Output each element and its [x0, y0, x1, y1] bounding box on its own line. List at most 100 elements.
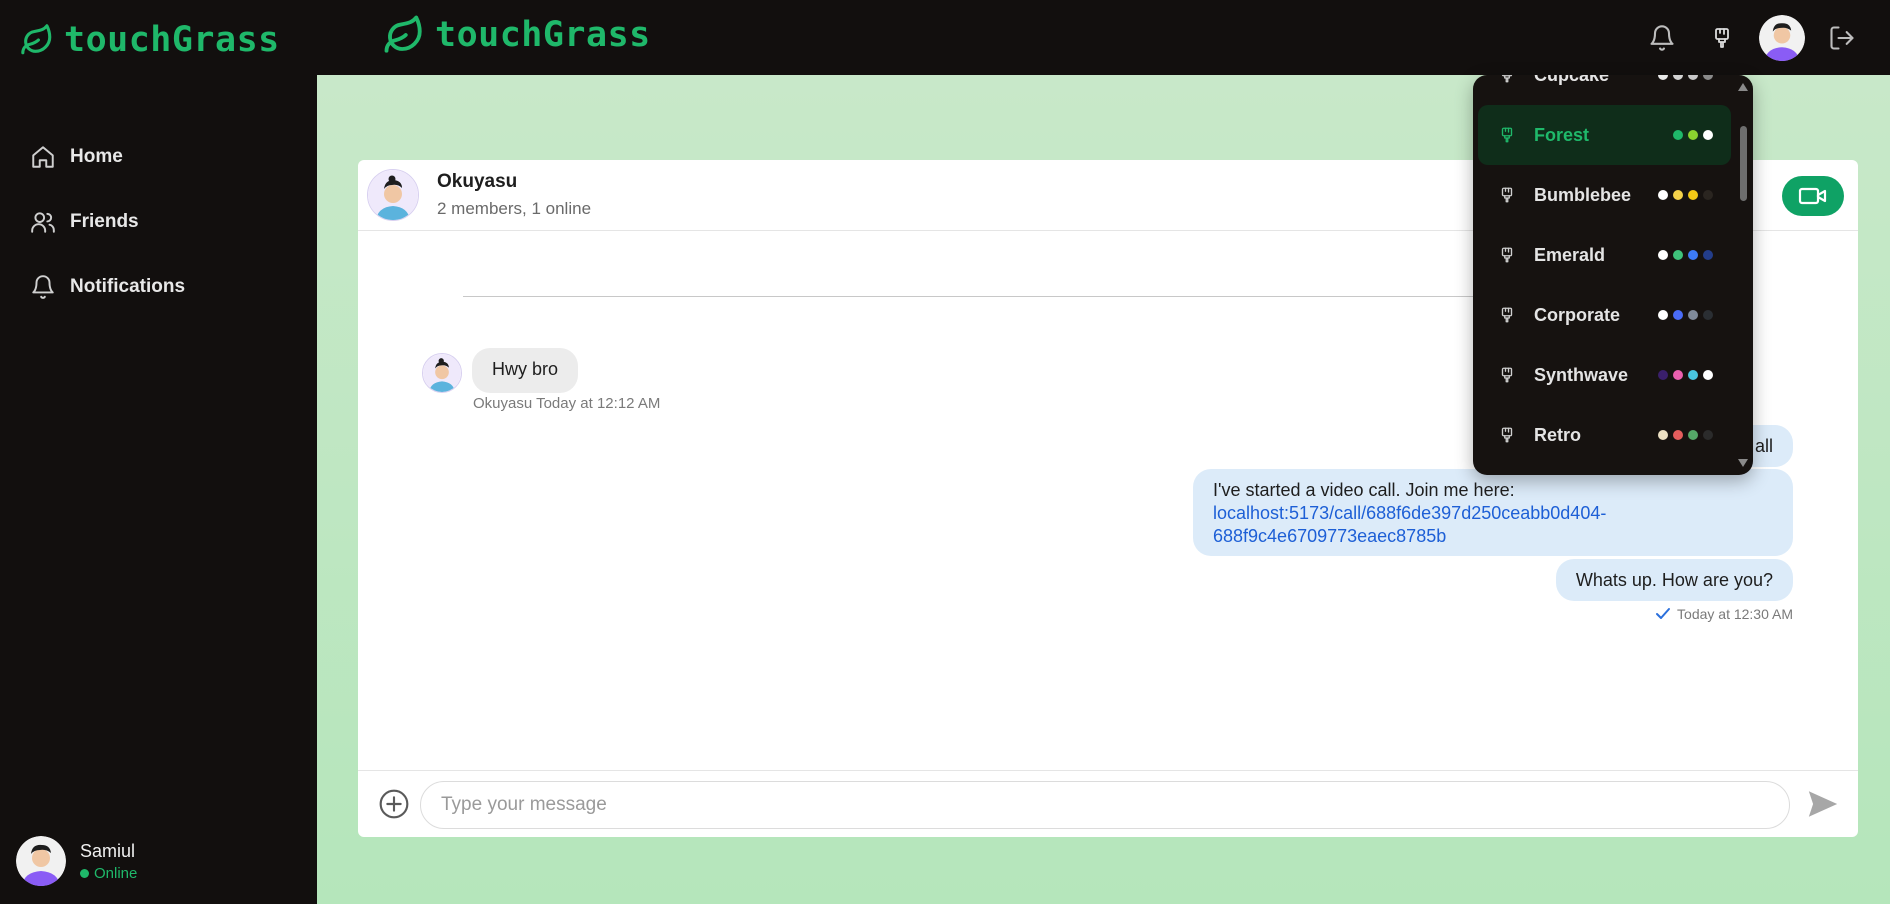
sidebar-brand[interactable]: touchGrass: [20, 20, 280, 60]
paint-brush-icon: [1498, 186, 1520, 204]
color-swatch: [1688, 430, 1698, 440]
check-icon: [1656, 608, 1671, 619]
topbar-brand[interactable]: touchGrass: [383, 14, 651, 56]
color-swatch: [1703, 250, 1713, 260]
sidebar-item-home[interactable]: Home: [30, 124, 185, 189]
notifications-button[interactable]: [1632, 8, 1692, 68]
avatar-button[interactable]: [1752, 8, 1812, 68]
color-swatch: [1658, 75, 1668, 80]
brand-name: touchGrass: [435, 15, 651, 55]
user-profile[interactable]: Samiul Online: [16, 836, 137, 886]
topbar-actions: [1632, 0, 1890, 75]
theme-swatches: [1658, 310, 1713, 320]
message-text: I've started a video call. Join me here:: [1213, 480, 1515, 500]
color-swatch: [1703, 190, 1713, 200]
theme-item-retro[interactable]: Retro: [1478, 405, 1731, 465]
scroll-thumb[interactable]: [1740, 126, 1747, 201]
plus-circle-icon: [379, 789, 409, 819]
color-swatch: [1688, 250, 1698, 260]
theme-swatches: [1658, 370, 1713, 380]
message-input[interactable]: [420, 781, 1790, 829]
color-swatch: [1673, 130, 1683, 140]
theme-swatches: [1658, 190, 1713, 200]
bell-icon: [32, 274, 54, 299]
sidebar-nav: Home Friends Notifications: [30, 124, 185, 319]
message-bubble[interactable]: Whats up. How are you?: [1555, 559, 1793, 601]
brand-name: touchGrass: [64, 20, 280, 60]
scroll-down-arrow[interactable]: [1738, 459, 1748, 467]
sidebar-item-label: Friends: [70, 210, 139, 232]
users-icon: [31, 211, 55, 233]
theme-scrollbar[interactable]: [1737, 81, 1749, 469]
call-link-line: localhost:5173/call/688f6de397d250ceabb0…: [1213, 503, 1607, 523]
color-swatch: [1688, 130, 1698, 140]
theme-item-bumblebee[interactable]: Bumblebee: [1478, 165, 1731, 225]
theme-item-synthwave[interactable]: Synthwave: [1478, 345, 1731, 405]
video-call-message[interactable]: I've started a video call. Join me here:…: [1193, 469, 1793, 556]
sidebar-item-label: Home: [70, 145, 123, 167]
logout-button[interactable]: [1812, 8, 1872, 68]
sidebar-item-label: Notifications: [70, 275, 186, 297]
scroll-up-arrow[interactable]: [1738, 83, 1748, 91]
incoming-message: Hwy bro: [422, 348, 579, 393]
video-call-button[interactable]: [1782, 176, 1844, 216]
date-divider: [463, 296, 1563, 297]
sidebar-item-friends[interactable]: Friends: [30, 189, 185, 254]
color-swatch: [1658, 190, 1668, 200]
top-bar: touchGrass: [317, 0, 1890, 75]
theme-item-forest[interactable]: Forest: [1478, 105, 1731, 165]
message-composer: [358, 770, 1858, 837]
color-swatch: [1673, 310, 1683, 320]
avatar: [367, 169, 419, 221]
theme-button[interactable]: [1692, 8, 1752, 68]
color-swatch: [1673, 75, 1683, 80]
theme-item-corporate[interactable]: Corporate: [1478, 285, 1731, 345]
attach-button[interactable]: [378, 788, 410, 825]
call-link-line: 688f9c4e6709773eaec8785b: [1213, 526, 1447, 546]
send-button[interactable]: [1804, 787, 1842, 826]
avatar: [422, 353, 462, 393]
leaf-logo-icon: [384, 15, 422, 53]
theme-dropdown[interactable]: Cupcake Forest Bumblebee Emerald Corporate Sy…: [1473, 75, 1753, 475]
color-swatch: [1688, 75, 1698, 80]
color-swatch: [1688, 370, 1698, 380]
bell-icon: [1650, 24, 1674, 51]
sidebar: touchGrass Home Friends Notifications Sa…: [0, 0, 317, 904]
theme-name: Forest: [1534, 124, 1590, 145]
message-bubble[interactable]: Hwy bro: [472, 348, 579, 393]
message-meta: Today at 12:30 AM: [1655, 606, 1793, 622]
color-swatch: [1703, 430, 1713, 440]
paint-brush-icon: [1498, 246, 1520, 264]
color-swatch: [1673, 370, 1683, 380]
theme-name: Corporate: [1534, 304, 1621, 325]
paint-brush-icon: [1498, 366, 1520, 384]
online-dot: [80, 868, 89, 878]
theme-list: Cupcake Forest Bumblebee Emerald Corporate Sy…: [1478, 75, 1731, 465]
sidebar-item-notifications[interactable]: Notifications: [30, 254, 185, 319]
paint-brush-icon: [1498, 306, 1520, 324]
theme-item-emerald[interactable]: Emerald: [1478, 225, 1731, 285]
profile-status-text: Online: [94, 864, 138, 882]
call-link[interactable]: localhost:5173/call/688f6de397d250ceabb0…: [1213, 502, 1773, 548]
color-swatch: [1703, 75, 1713, 80]
profile-name: Samiul: [80, 840, 136, 861]
color-swatch: [1688, 190, 1698, 200]
color-swatch: [1673, 430, 1683, 440]
color-swatch: [1658, 430, 1668, 440]
chat-title: Okuyasu: [437, 171, 518, 192]
theme-name: Synthwave: [1534, 364, 1629, 385]
color-swatch: [1703, 130, 1713, 140]
theme-item-cupcake[interactable]: Cupcake: [1478, 75, 1731, 105]
home-icon: [32, 145, 54, 168]
color-swatch: [1658, 250, 1668, 260]
chat-members: 2 members, 1 online: [437, 199, 592, 218]
color-swatch: [1673, 250, 1683, 260]
color-swatch: [1703, 310, 1713, 320]
theme-swatches: [1658, 250, 1713, 260]
send-icon: [1808, 791, 1838, 817]
avatar: [1759, 14, 1805, 61]
color-swatch: [1703, 370, 1713, 380]
theme-name: Cupcake: [1534, 75, 1658, 86]
theme-name: Bumblebee: [1534, 184, 1632, 205]
message-text: Whats up. How are you?: [1575, 570, 1773, 590]
